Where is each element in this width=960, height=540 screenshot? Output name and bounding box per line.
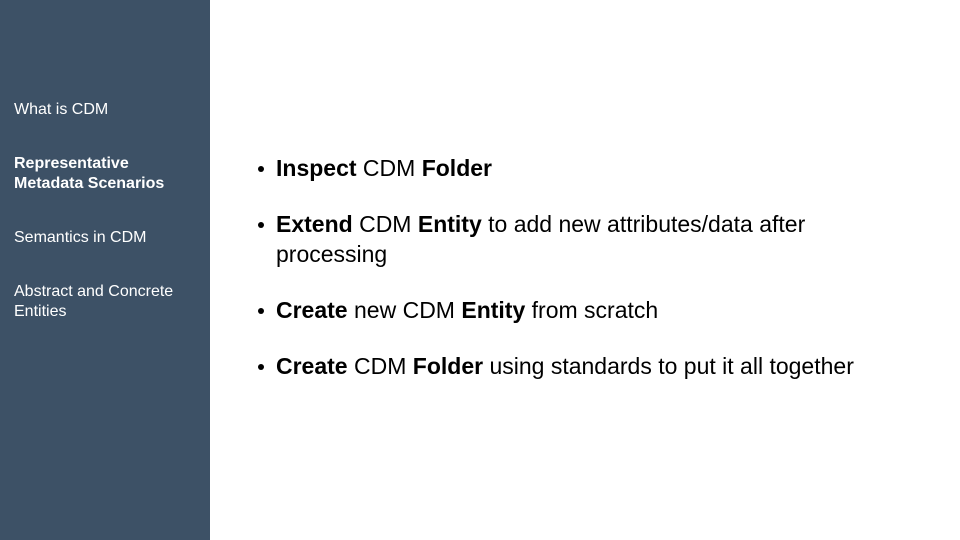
content-area: Inspect CDM Folder Extend CDM Entity to … [210,0,960,381]
bullet-text-part: Extend [276,211,353,237]
bullet-text-part: Create [276,297,348,323]
bullet-text-part: using standards to put it all together [483,353,854,379]
bullet-text-part: new CDM [348,297,462,323]
nav-item-abstract-concrete-entities[interactable]: Abstract and Concrete Entities [14,282,196,322]
bullet-text-part: from scratch [525,297,658,323]
bullet-text-part: CDM [353,211,418,237]
main-content: Inspect CDM Folder Extend CDM Entity to … [210,0,960,540]
nav-item-semantics-in-cdm[interactable]: Semantics in CDM [14,228,196,248]
bullet-text-part: Folder [413,353,483,379]
bullet-text-part: Create [276,353,348,379]
list-item: Extend CDM Entity to add new attributes/… [258,210,920,270]
list-item: Create CDM Folder using standards to put… [258,352,920,382]
bullet-text-part: Folder [422,155,492,181]
list-item: Create new CDM Entity from scratch [258,296,920,326]
sidebar: What is CDM Representative Metadata Scen… [0,0,210,540]
bullet-text-part: Entity [461,297,525,323]
bullet-text-part: Inspect [276,155,357,181]
bullet-text-part: Entity [418,211,482,237]
bullet-list: Inspect CDM Folder Extend CDM Entity to … [258,154,920,381]
list-item: Inspect CDM Folder [258,154,920,184]
nav-item-what-is-cdm[interactable]: What is CDM [14,100,196,120]
bullet-text-part: CDM [348,353,413,379]
bullet-text-part: CDM [357,155,422,181]
sidebar-nav: What is CDM Representative Metadata Scen… [0,0,210,322]
nav-item-representative-metadata-scenarios[interactable]: Representative Metadata Scenarios [14,154,196,194]
